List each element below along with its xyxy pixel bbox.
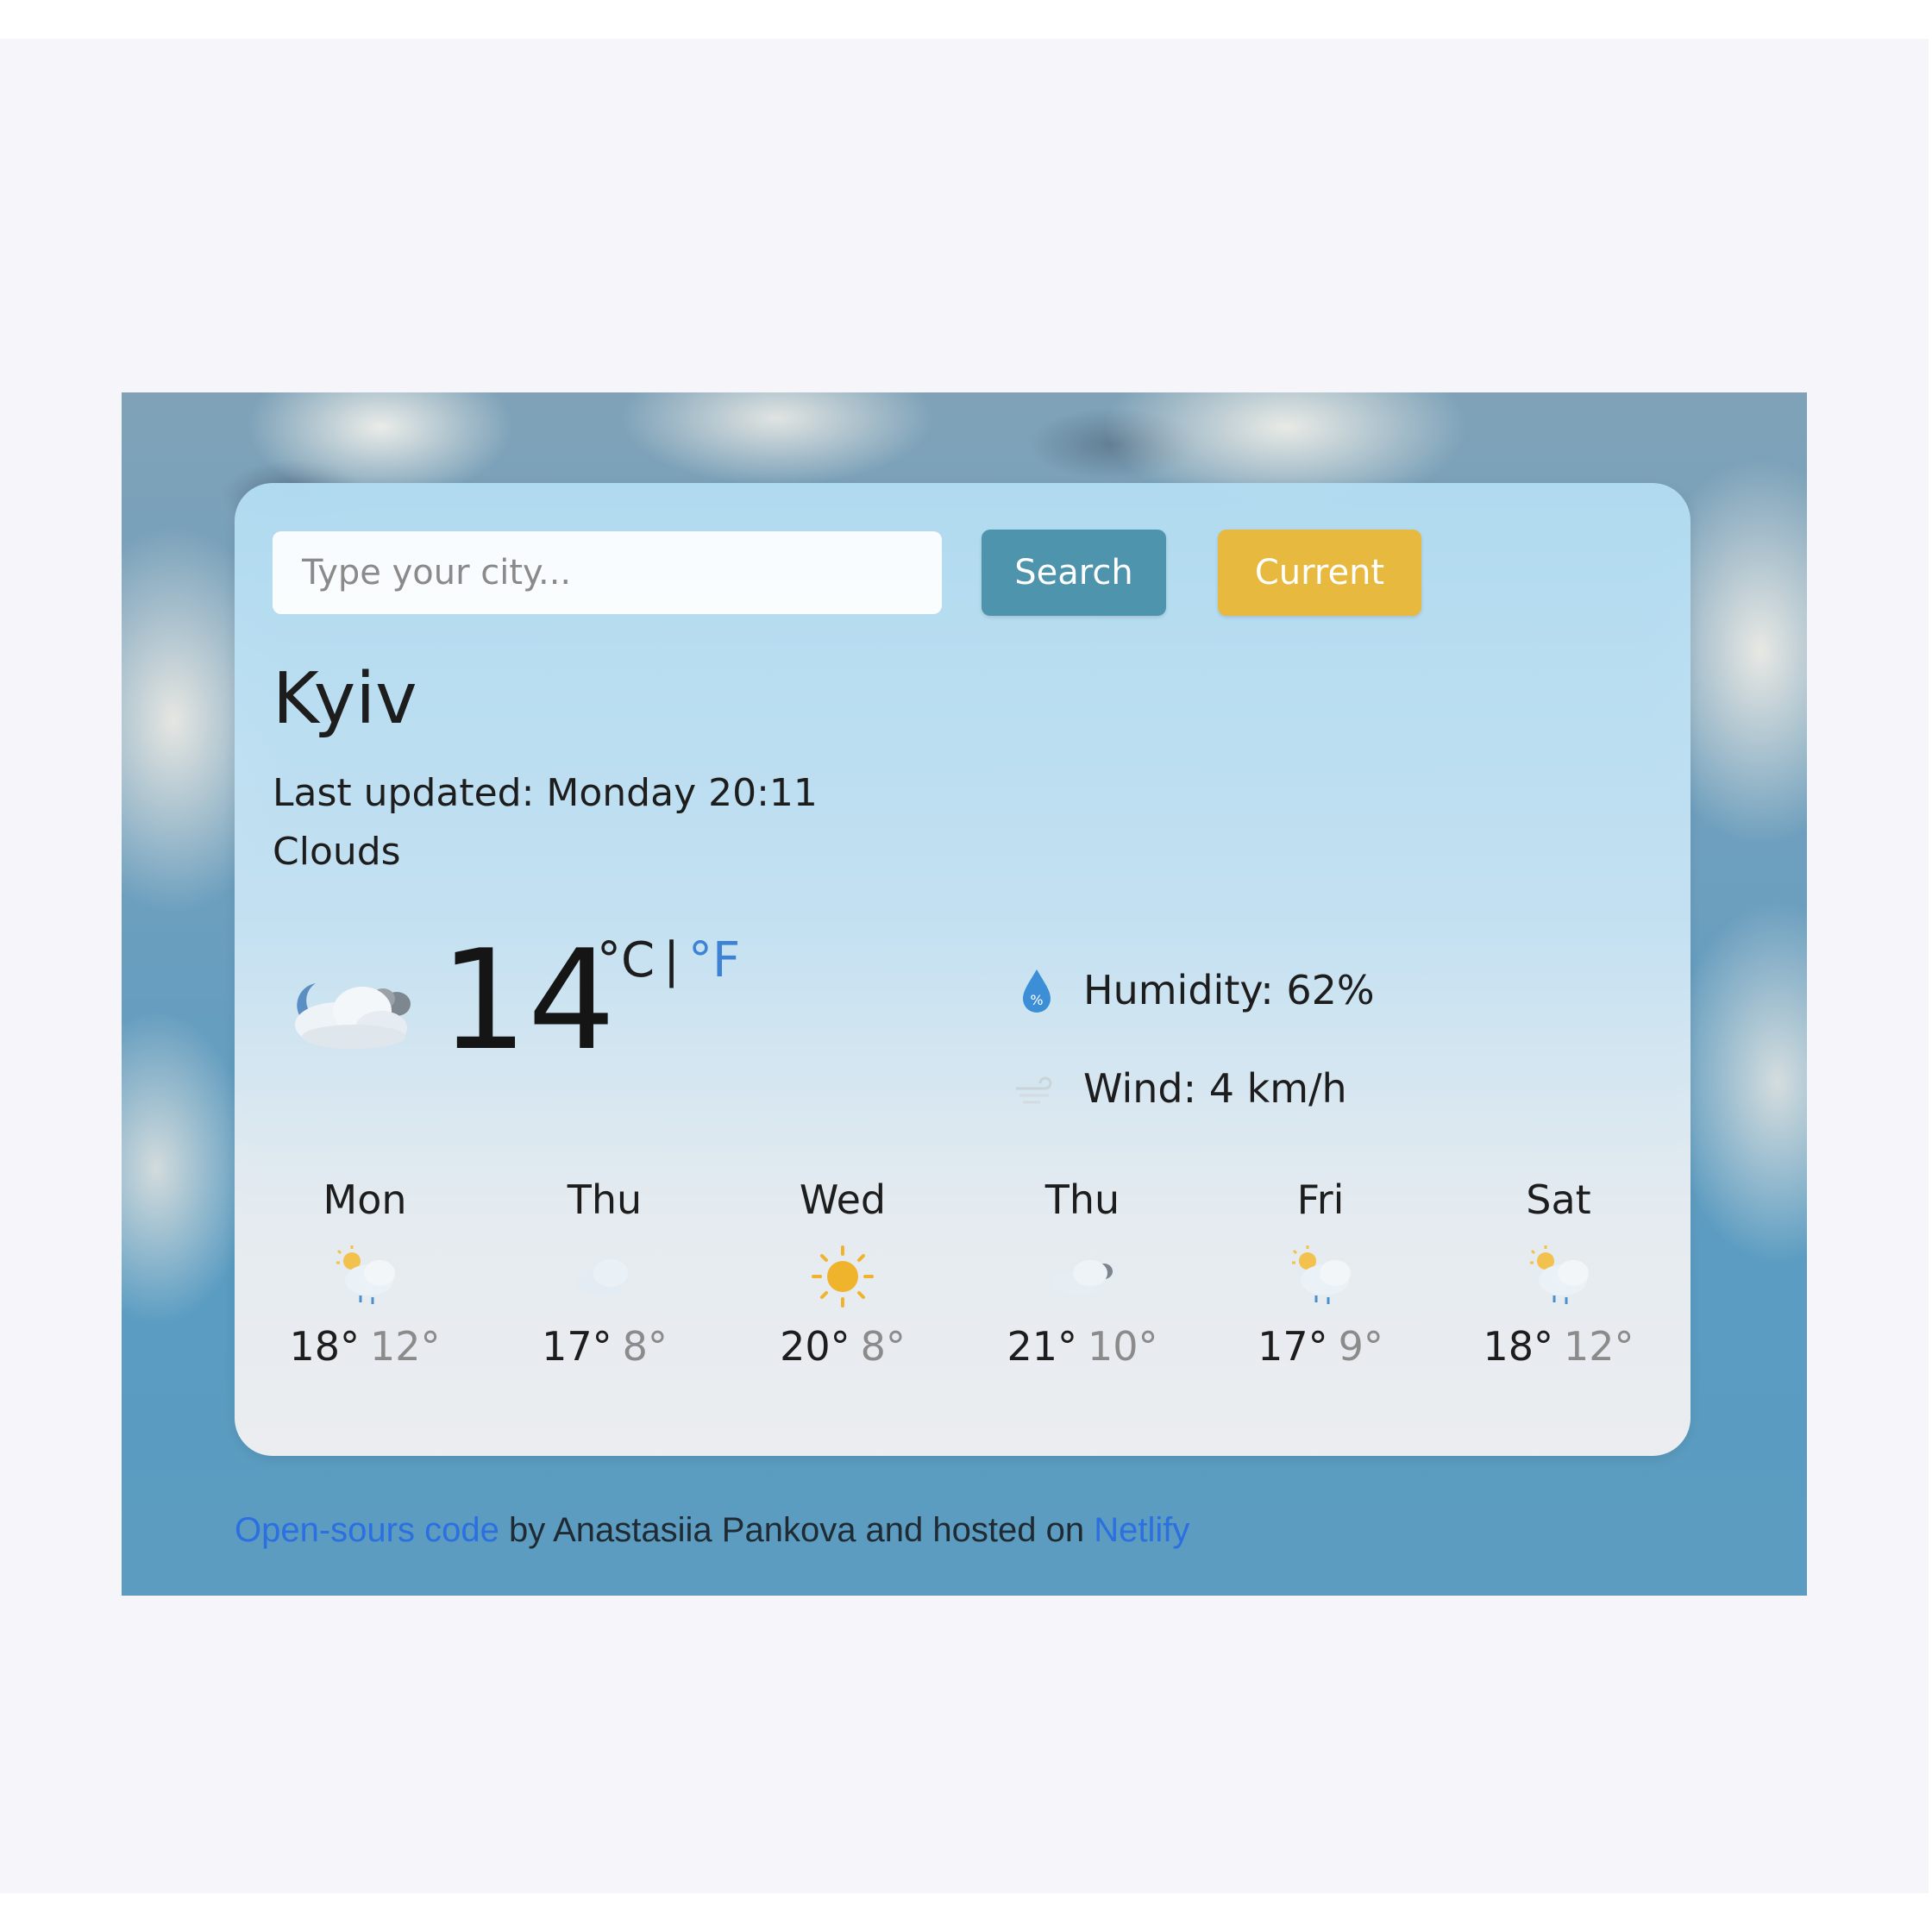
forecast-row: Mon 18° 12° Thu 17° 8° Wed 20° 8° Thu 21… xyxy=(235,1180,1690,1404)
forecast-max-temp: 17° xyxy=(542,1323,612,1370)
svg-text:%: % xyxy=(1030,992,1043,1008)
forecast-temps: 17° 8° xyxy=(485,1327,724,1366)
netlify-link[interactable]: Netlify xyxy=(1094,1511,1189,1549)
forecast-day-name: Sat xyxy=(1526,1176,1591,1223)
sun-rain-icon xyxy=(1520,1242,1597,1311)
forecast-day-name: Wed xyxy=(799,1176,887,1223)
cloud-night-icon xyxy=(286,968,416,1063)
forecast-temps: 18° 12° xyxy=(1439,1327,1678,1366)
celsius-unit[interactable]: °C xyxy=(597,932,655,988)
forecast-max-temp: 17° xyxy=(1258,1323,1328,1370)
forecast-day: Thu 21° 10° xyxy=(963,1180,1202,1366)
forecast-day-name: Mon xyxy=(323,1176,407,1223)
forecast-day-name: Thu xyxy=(567,1176,643,1223)
unit-switcher: °C | °F xyxy=(597,937,740,985)
forecast-day: Sat 18° 12° xyxy=(1439,1180,1678,1366)
current-location-button[interactable]: Current xyxy=(1218,530,1421,616)
forecast-min-temp: 12° xyxy=(370,1323,441,1370)
cloud-icon xyxy=(566,1242,643,1311)
sun-icon xyxy=(804,1242,881,1311)
unit-separator: | xyxy=(663,932,680,988)
forecast-min-temp: 12° xyxy=(1564,1323,1634,1370)
wind-icon xyxy=(1011,1063,1063,1114)
fahrenheit-link[interactable]: °F xyxy=(688,932,740,988)
cloud-night-icon xyxy=(1044,1242,1121,1311)
humidity-drop-icon: % xyxy=(1011,964,1063,1016)
search-button[interactable]: Search xyxy=(982,530,1166,616)
forecast-min-temp: 8° xyxy=(860,1323,906,1370)
weather-description: Clouds xyxy=(273,830,401,874)
wind-row: Wind: 4 km/h xyxy=(1011,1063,1347,1114)
footer: Open-sours code by Anastasiia Pankova an… xyxy=(235,1513,1189,1547)
humidity-value: Humidity: 62% xyxy=(1083,967,1375,1013)
forecast-day: Thu 17° 8° xyxy=(485,1180,724,1366)
forecast-day-name: Fri xyxy=(1296,1176,1345,1223)
last-updated: Last updated: Monday 20:11 xyxy=(273,771,818,815)
forecast-min-temp: 9° xyxy=(1338,1323,1383,1370)
forecast-max-temp: 18° xyxy=(289,1323,360,1370)
city-name: Kyiv xyxy=(273,658,417,740)
city-search-input[interactable] xyxy=(273,531,942,614)
forecast-max-temp: 21° xyxy=(1007,1323,1077,1370)
sun-rain-icon xyxy=(326,1242,404,1311)
forecast-temps: 21° 10° xyxy=(963,1327,1202,1366)
forecast-temps: 18° 12° xyxy=(245,1327,485,1366)
wind-value: Wind: 4 km/h xyxy=(1083,1065,1347,1112)
forecast-day: Fri 17° 9° xyxy=(1201,1180,1440,1366)
forecast-temps: 17° 9° xyxy=(1201,1327,1440,1366)
humidity-row: % Humidity: 62% xyxy=(1011,964,1375,1016)
forecast-min-temp: 8° xyxy=(622,1323,668,1370)
forecast-temps: 20° 8° xyxy=(723,1327,963,1366)
sun-rain-icon xyxy=(1282,1242,1359,1311)
forecast-min-temp: 10° xyxy=(1088,1323,1158,1370)
source-code-link[interactable]: Open-sours code xyxy=(235,1511,499,1549)
current-temperature: 14 xyxy=(440,919,616,1081)
forecast-day-name: Thu xyxy=(1044,1176,1120,1223)
footer-text: by Anastasiia Pankova and hosted on xyxy=(499,1511,1095,1549)
forecast-day: Mon 18° 12° xyxy=(245,1180,485,1366)
forecast-max-temp: 18° xyxy=(1483,1323,1553,1370)
weather-card: Search Current Kyiv Last updated: Monday… xyxy=(235,483,1690,1456)
forecast-day: Wed 20° 8° xyxy=(723,1180,963,1366)
forecast-max-temp: 20° xyxy=(780,1323,850,1370)
